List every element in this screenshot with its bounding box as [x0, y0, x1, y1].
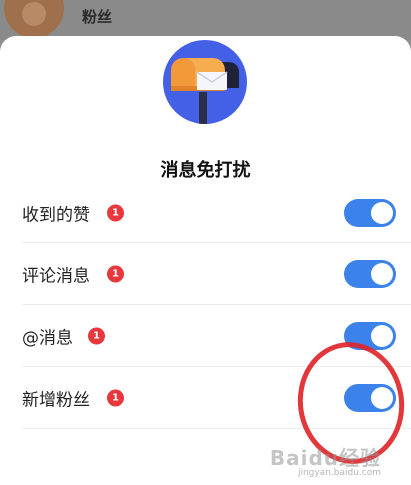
setting-row-likes: 收到的赞 1: [22, 183, 396, 243]
screen: 粉丝 消息免打扰 收到的赞 1 评论消息 1 @消息 1 新增粉丝 1 Baid…: [0, 0, 411, 485]
setting-row-label: 收到的赞: [22, 205, 90, 226]
likes-toggle[interactable]: [344, 199, 396, 227]
toggle-knob: [371, 325, 393, 347]
divider: [22, 242, 411, 243]
setting-row-label: 新增粉丝: [22, 390, 90, 411]
setting-row-comments: 评论消息 1: [22, 244, 396, 304]
watermark-url: jingyan.baidu.com: [297, 468, 381, 478]
toggle-knob: [371, 202, 393, 224]
background-list-row: 粉丝: [0, 0, 411, 40]
mailbox-icon: [163, 40, 247, 124]
notification-badge: 1: [88, 327, 105, 345]
avatar: [4, 0, 64, 38]
notification-badge: 1: [107, 389, 124, 407]
background-row-label: 粉丝: [82, 8, 113, 26]
toggle-knob: [371, 263, 393, 285]
comments-toggle[interactable]: [344, 260, 396, 288]
hero-badge: [159, 36, 251, 128]
notification-badge: 1: [107, 265, 124, 283]
divider: [22, 304, 411, 305]
setting-row-label: @消息: [22, 328, 73, 349]
dialog-title: 消息免打扰: [160, 160, 251, 181]
setting-row-label: 评论消息: [22, 266, 90, 287]
watermark-logo: Baidu经验: [269, 446, 381, 470]
notification-badge: 1: [107, 204, 124, 222]
